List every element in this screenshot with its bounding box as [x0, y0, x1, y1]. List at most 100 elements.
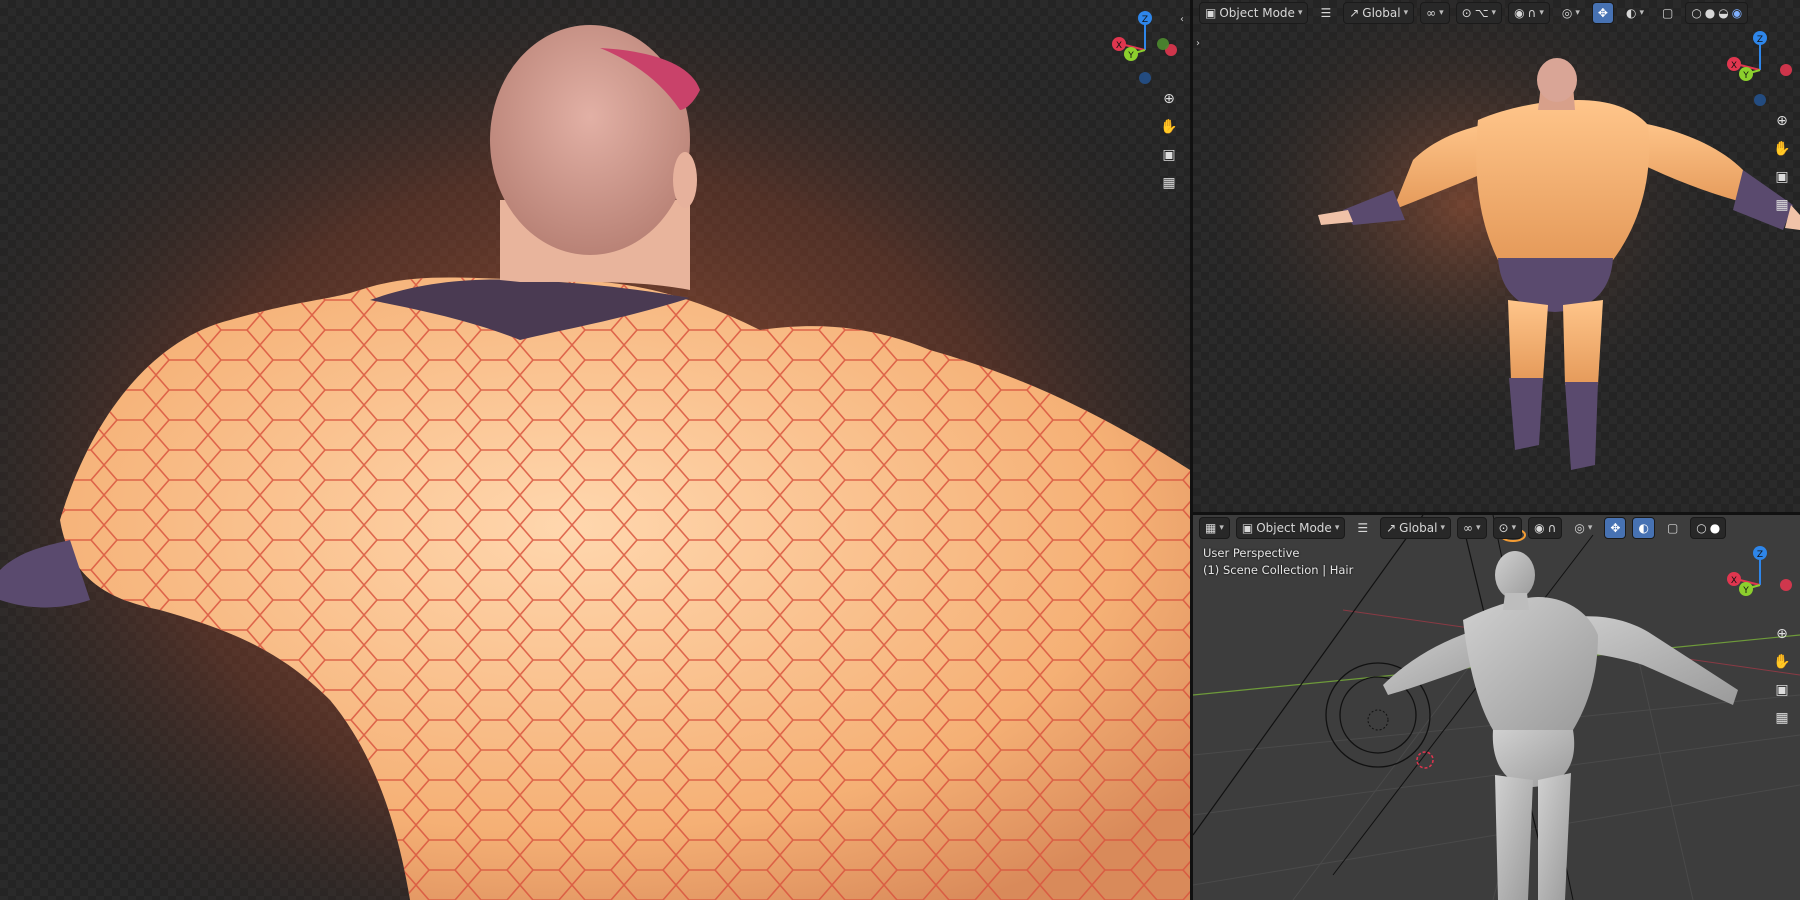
viewport-info: User Perspective (1) Scene Collection | … [1203, 545, 1353, 579]
snap-toggle[interactable]: ⊙ ▾ [1492, 517, 1523, 539]
cube-icon: ▣ [1241, 521, 1254, 535]
editor-icon: ▦ [1205, 521, 1217, 535]
chevron-down-icon: ▾ [1587, 523, 1593, 533]
orientation-select[interactable]: ↗ Global ▾ [1343, 2, 1415, 24]
xray-toggle[interactable]: ▢ [1656, 2, 1679, 24]
grid-ortho-icon[interactable]: ▦ [1771, 707, 1793, 729]
render-closeup-back [0, 0, 1190, 900]
chevron-down-icon: ▾ [1219, 523, 1224, 533]
falloff-icon: ∩ [1527, 6, 1537, 20]
svg-text:Y: Y [1742, 71, 1749, 81]
shading-group[interactable]: ○ ● ◒ ◉ [1685, 2, 1749, 24]
camera-icon[interactable]: ▣ [1158, 144, 1180, 166]
proportional-icon: ◉ [1514, 6, 1525, 20]
material-shading-icon[interactable]: ◒ [1718, 6, 1728, 20]
pivot-select[interactable]: ∞ ▾ [1456, 517, 1487, 539]
snap-toggle[interactable]: ⊙ ⌥ ▾ [1455, 2, 1503, 24]
zoom-icon[interactable]: ⊕ [1771, 110, 1793, 132]
visibility-icon: ◎ [1561, 6, 1573, 20]
render-full-body [1193, 0, 1800, 512]
wireframe-shading-icon[interactable]: ○ [1691, 6, 1701, 20]
view-name: User Perspective [1203, 546, 1300, 560]
rendered-shading-icon[interactable]: ◉ [1732, 6, 1742, 20]
grid-ortho-icon[interactable]: ▦ [1771, 194, 1793, 216]
zoom-icon[interactable]: ⊕ [1158, 88, 1180, 110]
svg-text:Y: Y [1127, 51, 1134, 61]
overlay-icon: ◐ [1625, 6, 1637, 20]
mode-select[interactable]: ▣ Object Mode ▾ [1199, 2, 1309, 24]
chevron-down-icon: ▾ [1297, 8, 1303, 18]
visibility-icon: ◎ [1574, 521, 1585, 535]
svg-text:Z: Z [1142, 15, 1148, 25]
chevron-down-icon: ▾ [1491, 8, 1497, 18]
hand-pan-icon[interactable]: ✋ [1771, 138, 1793, 160]
transform-icon: ↗ [1386, 521, 1397, 535]
shading-group[interactable]: ○ ● [1690, 517, 1727, 539]
chevron-down-icon: ▾ [1475, 523, 1481, 533]
proportional-toggle[interactable]: ◉ ∩ ▾ [1508, 2, 1550, 24]
overlay-toggle[interactable]: ◐ [1632, 517, 1655, 539]
xray-icon: ▢ [1666, 521, 1679, 535]
mode-label: Object Mode [1256, 521, 1332, 535]
visibility-select[interactable]: ◎ ▾ [1556, 2, 1586, 24]
svg-text:Z: Z [1757, 550, 1763, 560]
mode-select[interactable]: ▣ Object Mode ▾ [1235, 517, 1346, 539]
link-icon: ∞ [1462, 521, 1473, 535]
transform-icon: ↗ [1349, 6, 1360, 20]
chevron-down-icon: ▾ [1440, 523, 1445, 533]
svg-text:Y: Y [1742, 586, 1749, 596]
visibility-select[interactable]: ◎ ▾ [1568, 517, 1598, 539]
nav-tools-top-right: ⊕ ✋ ▣ ▦ [1771, 110, 1793, 216]
falloff-icon: ∩ [1547, 521, 1557, 535]
head [1537, 58, 1577, 102]
camera-icon[interactable]: ▣ [1771, 679, 1793, 701]
menu-icon[interactable]: ☰ [1314, 2, 1337, 24]
svg-text:X: X [1731, 576, 1737, 586]
bottom-right-header: ▦ ▾ ▣ Object Mode ▾ ☰ ↗ Global ▾ ∞ ▾ ⊙ ▾ ◉ ∩ ◎ ▾ … [1193, 515, 1800, 541]
left-viewport-render[interactable]: Z X Y ⊕ ✋ ▣ ▦ ‹ [0, 0, 1190, 900]
editor-type-select[interactable]: ▦ ▾ [1199, 517, 1230, 539]
proportional-icon: ◉ [1534, 521, 1545, 535]
expand-arrow-icon[interactable]: › [1196, 38, 1200, 49]
chevron-down-icon: ▾ [1511, 523, 1517, 533]
snap-icon: ⊙ [1461, 6, 1472, 20]
xray-toggle[interactable]: ▢ [1661, 517, 1684, 539]
gizmo-toggle[interactable]: ✥ [1604, 517, 1627, 539]
pivot-select[interactable]: ∞ ▾ [1420, 2, 1450, 24]
navigation-gizmo-bottom-right[interactable]: Z X Y [1720, 545, 1800, 625]
gizmo-toggle[interactable]: ✥ [1591, 2, 1614, 24]
svg-text:Z: Z [1757, 35, 1763, 45]
orientation-label: Global [1399, 521, 1438, 535]
bottom-right-viewport-solid[interactable]: ▦ ▾ ▣ Object Mode ▾ ☰ ↗ Global ▾ ∞ ▾ ⊙ ▾ ◉ ∩ ◎ ▾ … [1193, 515, 1800, 900]
gizmo-icon: ✥ [1610, 521, 1621, 535]
proportional-toggle[interactable]: ◉ ∩ [1528, 517, 1563, 539]
wireframe-shading-icon[interactable]: ○ [1696, 521, 1706, 535]
collection-info: (1) Scene Collection | Hair [1203, 563, 1354, 577]
grid-ortho-icon[interactable]: ▦ [1158, 172, 1180, 194]
menu-icon[interactable]: ☰ [1351, 517, 1374, 539]
orientation-select[interactable]: ↗ Global ▾ [1380, 517, 1451, 539]
solid-shading-icon[interactable]: ● [1705, 6, 1715, 20]
chevron-down-icon: ▾ [1439, 8, 1444, 18]
gizmo-icon: ✥ [1597, 6, 1608, 20]
hand-pan-icon[interactable]: ✋ [1158, 116, 1180, 138]
zoom-icon[interactable]: ⊕ [1771, 623, 1793, 645]
nav-tools-bottom-right: ⊕ ✋ ▣ ▦ [1771, 623, 1793, 729]
nav-tools-left: ⊕ ✋ ▣ ▦ [1158, 88, 1180, 194]
navigation-gizmo-top-right[interactable]: Z X Y [1720, 30, 1800, 110]
solid-shading-icon[interactable]: ● [1710, 521, 1720, 535]
mode-label: Object Mode [1219, 6, 1295, 20]
hand-pan-icon[interactable]: ✋ [1771, 651, 1793, 673]
camera-icon[interactable]: ▣ [1771, 166, 1793, 188]
navigation-gizmo-left[interactable]: Z X Y [1105, 10, 1185, 90]
top-right-viewport-render[interactable]: ▣ Object Mode ▾ ☰ ↗ Global ▾ ∞ ▾ ⊙ ⌥ ▾ ◉ ∩ ▾ ◎ ▾ ✥… [1193, 0, 1800, 512]
chevron-down-icon: ▾ [1639, 8, 1644, 18]
cube-icon: ▣ [1205, 6, 1217, 20]
collapse-arrow-icon[interactable]: ‹ [1180, 14, 1184, 25]
gray-figure [1383, 551, 1738, 900]
chevron-down-icon: ▾ [1334, 523, 1340, 533]
chevron-down-icon: ▾ [1403, 8, 1409, 18]
overlay-toggle[interactable]: ◐ ▾ [1620, 2, 1650, 24]
chevron-down-icon: ▾ [1539, 8, 1544, 18]
snap-target-icon: ⌥ [1474, 6, 1489, 20]
